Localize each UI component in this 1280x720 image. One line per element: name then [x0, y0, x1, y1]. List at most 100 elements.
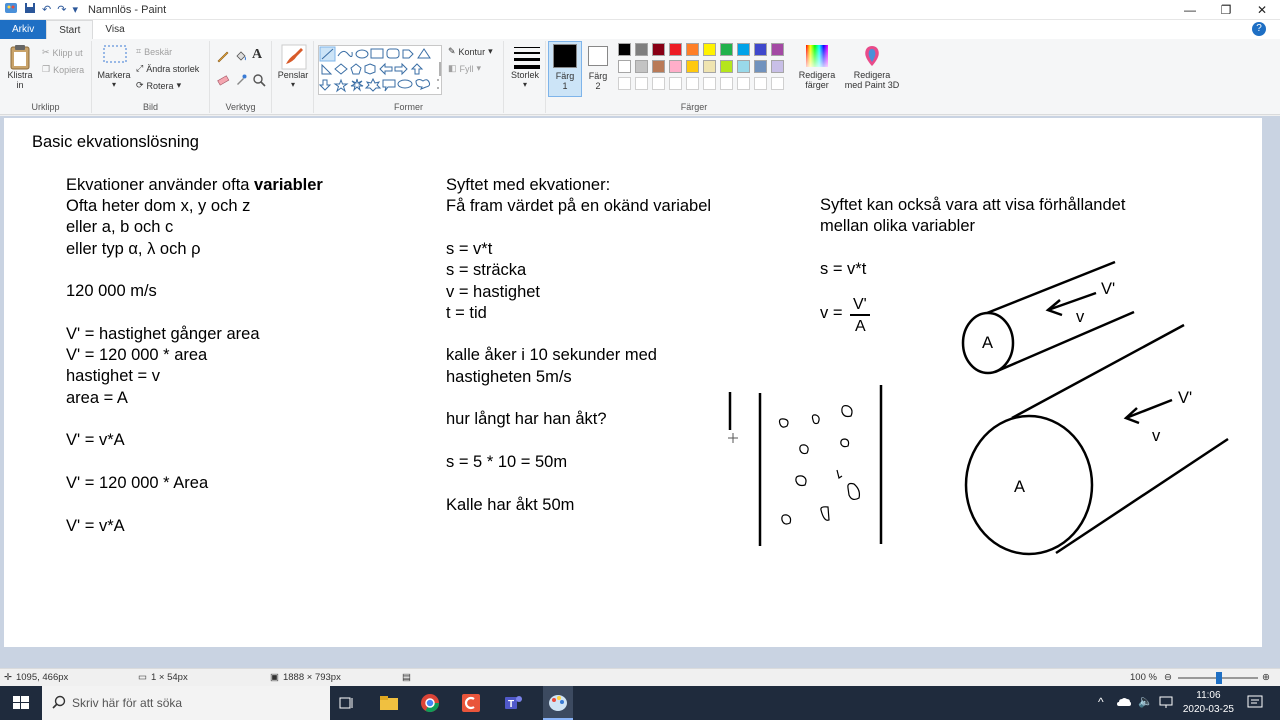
- paste-label-2: in: [16, 80, 24, 90]
- edit-colors-button[interactable]: Redigera färger: [796, 44, 838, 90]
- brushes-label: Penslar: [277, 70, 309, 80]
- task-view-icon: [339, 697, 353, 709]
- custom-color-slot[interactable]: [618, 77, 631, 90]
- brushes-button[interactable]: Penslar ▾: [276, 44, 310, 90]
- windows-start-button[interactable]: [10, 692, 32, 714]
- eyedropper-icon: [237, 74, 247, 85]
- palette-swatch[interactable]: [754, 60, 767, 73]
- taskbar-search-box[interactable]: Skriv här för att söka: [42, 686, 330, 720]
- paint-app-icon[interactable]: [4, 1, 18, 18]
- notifications-icon[interactable]: [1246, 693, 1268, 715]
- paint3d-button[interactable]: Redigera med Paint 3D: [844, 44, 900, 90]
- tab-start[interactable]: Start: [46, 20, 94, 39]
- color2-label-2: 2: [595, 81, 601, 91]
- volume-icon[interactable]: 🔈: [1138, 694, 1160, 716]
- paint-taskbar-button[interactable]: [543, 686, 573, 720]
- select-button[interactable]: Markera ▾: [96, 44, 132, 90]
- vertical-scrollbar[interactable]: [1263, 116, 1280, 668]
- zoom-in-button[interactable]: ⊕: [1262, 672, 1270, 683]
- palette-swatch[interactable]: [703, 43, 716, 56]
- eraser-icon: [217, 75, 230, 86]
- pencil-tool[interactable]: [216, 49, 230, 63]
- minimize-button[interactable]: —: [1172, 0, 1208, 20]
- svg-text:T: T: [508, 699, 514, 710]
- palette-swatch[interactable]: [652, 43, 665, 56]
- palette-swatch[interactable]: [720, 60, 733, 73]
- palette-swatch[interactable]: [703, 60, 716, 73]
- palette-swatch[interactable]: [635, 60, 648, 73]
- palette-swatch[interactable]: [771, 60, 784, 73]
- custom-color-slot[interactable]: [686, 77, 699, 90]
- color1-button[interactable]: Färg 1: [548, 41, 582, 97]
- palette-swatch[interactable]: [652, 60, 665, 73]
- palette-swatch[interactable]: [669, 60, 682, 73]
- size-button[interactable]: Storlek ▾: [508, 44, 542, 90]
- copy-icon: ❐: [42, 64, 51, 74]
- task-view-button[interactable]: [336, 692, 358, 714]
- small-arrow-shaft: [1047, 291, 1097, 312]
- image-group-label: Bild: [142, 102, 158, 112]
- text-tool[interactable]: A: [252, 47, 262, 63]
- custom-color-slot[interactable]: [771, 77, 784, 90]
- tab-arkiv[interactable]: Arkiv: [0, 20, 47, 39]
- maximize-button[interactable]: ❐: [1208, 0, 1244, 20]
- custom-color-slot[interactable]: [669, 77, 682, 90]
- eraser-tool[interactable]: [216, 73, 230, 87]
- network-icon[interactable]: [1158, 694, 1180, 716]
- palette-swatch[interactable]: [686, 60, 699, 73]
- file-size: ▤: [402, 672, 411, 683]
- palette-swatch[interactable]: [618, 43, 631, 56]
- color-picker-tool[interactable]: [234, 73, 248, 87]
- palette-swatch[interactable]: [669, 43, 682, 56]
- customize-toolbar-icon[interactable]: ▾: [72, 3, 78, 16]
- palette-swatch[interactable]: [635, 43, 648, 56]
- custom-color-slot[interactable]: [720, 77, 733, 90]
- rotate-button[interactable]: ⟳ Rotera ▾: [136, 80, 181, 91]
- fill-button[interactable]: ◧ Fyll ▾: [448, 63, 481, 74]
- scissors-icon: ✂: [42, 47, 50, 57]
- redo-icon[interactable]: ↷: [57, 3, 66, 16]
- onedrive-icon[interactable]: [1116, 694, 1138, 716]
- shapes-group: ✎ Kontur ▾ ◧ Fyll ▾ Former: [314, 41, 504, 113]
- paste-button[interactable]: Klistra in: [4, 44, 36, 90]
- custom-color-slot[interactable]: [635, 77, 648, 90]
- custom-color-slot[interactable]: [754, 77, 767, 90]
- clock-time: 11:06: [1196, 690, 1221, 701]
- taskbar-clock[interactable]: 11:06 2020-03-25: [1183, 689, 1234, 717]
- resize-button[interactable]: ⤢ Ändra storlek: [136, 63, 199, 74]
- app-c-button[interactable]: [460, 692, 482, 714]
- fill-tool[interactable]: [234, 49, 248, 63]
- palette-swatch[interactable]: [771, 43, 784, 56]
- palette-swatch[interactable]: [720, 43, 733, 56]
- outline-button[interactable]: ✎ Kontur ▾: [448, 46, 493, 57]
- close-button[interactable]: ✕: [1244, 0, 1280, 20]
- magnifier-icon: [253, 74, 266, 87]
- paint3d-icon: [860, 44, 884, 68]
- tab-visa[interactable]: Visa: [93, 20, 136, 39]
- drawing-canvas[interactable]: Basic ekvationslösning Ekvationer använd…: [4, 118, 1262, 647]
- palette-swatch[interactable]: [618, 60, 631, 73]
- palette-swatch[interactable]: [737, 43, 750, 56]
- large-cylinder-end: [964, 414, 1094, 556]
- palette-swatch[interactable]: [686, 43, 699, 56]
- teams-button[interactable]: T: [502, 692, 524, 714]
- palette-swatch[interactable]: [737, 60, 750, 73]
- save-icon[interactable]: [24, 2, 36, 17]
- custom-color-slot[interactable]: [652, 77, 665, 90]
- cut-button[interactable]: ✂ Klipp ut: [42, 47, 83, 58]
- undo-icon[interactable]: ↶: [42, 3, 51, 16]
- windows-logo-icon: [13, 696, 29, 709]
- zoom-out-button[interactable]: ⊖: [1164, 672, 1172, 683]
- custom-color-slot[interactable]: [703, 77, 716, 90]
- custom-color-slot[interactable]: [737, 77, 750, 90]
- file-explorer-button[interactable]: [378, 692, 400, 714]
- magnifier-tool[interactable]: [252, 73, 266, 87]
- help-icon[interactable]: ?: [1252, 22, 1266, 36]
- shapes-gallery[interactable]: [318, 45, 442, 95]
- zoom-slider-thumb[interactable]: [1216, 672, 1222, 684]
- palette-swatch[interactable]: [754, 43, 767, 56]
- crop-button[interactable]: ⌗ Beskär: [136, 46, 172, 57]
- copy-button[interactable]: ❐ Kopiera: [42, 64, 84, 75]
- color2-button[interactable]: Färg 2: [582, 41, 614, 97]
- chrome-button[interactable]: [419, 692, 441, 714]
